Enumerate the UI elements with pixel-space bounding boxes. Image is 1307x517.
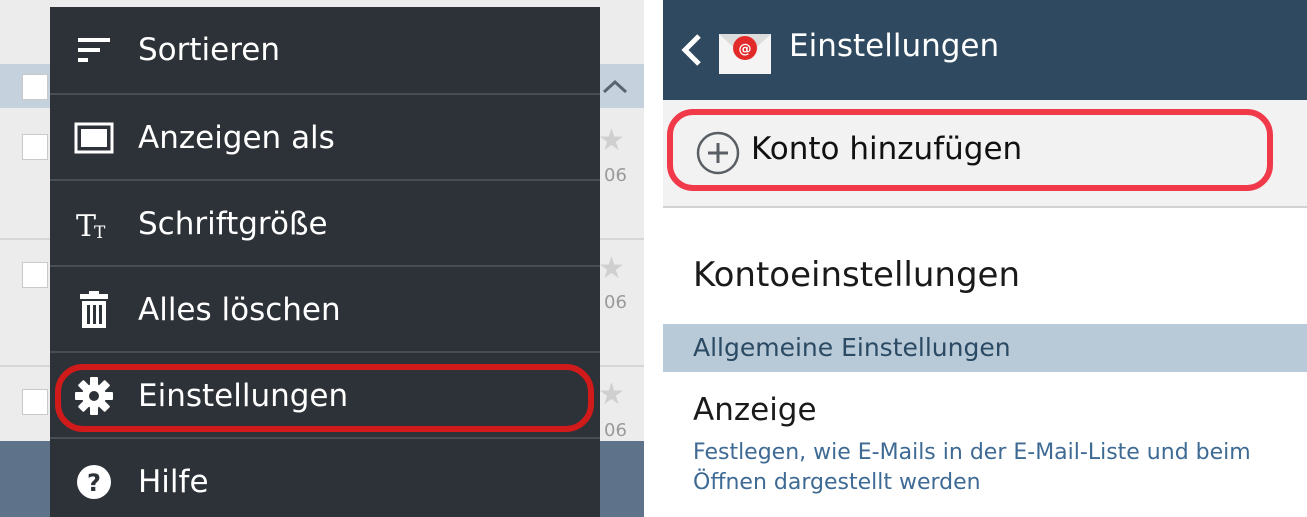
menu-item-help[interactable]: ? Hilfe [50,439,600,517]
menu-item-label: Hilfe [138,464,209,500]
menu-item-delete-all[interactable]: Alles löschen [50,267,600,353]
menu-item-label: Alles löschen [138,292,341,328]
sort-icon [78,38,110,62]
row-checkbox[interactable] [22,262,48,288]
section-header-label: Allgemeine Einstellungen [693,333,1011,362]
highlight-ring-add-account [667,109,1273,191]
svg-text:T: T [94,223,106,243]
overflow-menu: Sortieren Anzeigen als T T Schriftgröße [50,7,600,517]
chevron-up-icon[interactable] [600,74,630,98]
page-title: Einstellungen [789,28,1000,64]
list-divider [663,206,1307,208]
menu-item-sort[interactable]: Sortieren [50,7,600,93]
menu-item-label: Sortieren [138,32,281,68]
display-settings-description: Festlegen, wie E-Mails in der E-Mail-Lis… [693,440,1251,495]
row-date: 06 [604,165,627,186]
menu-item-label: Anzeigen als [138,120,335,156]
email-app-icon: @ [719,34,771,74]
menu-item-label: Schriftgröße [138,206,328,242]
row-checkbox[interactable] [22,134,48,160]
display-settings-item[interactable]: Anzeige [693,392,817,428]
menu-item-font-size[interactable]: T T Schriftgröße [50,181,600,267]
star-icon[interactable]: ★ [598,126,625,156]
highlight-ring-settings [55,364,594,432]
font-size-icon: T T [76,209,106,244]
chevron-left-icon[interactable] [679,30,705,70]
row-checkbox[interactable] [22,389,48,415]
trash-icon [80,291,108,328]
svg-text:@: @ [739,42,752,57]
select-all-checkbox[interactable] [22,74,48,100]
menu-item-view-as[interactable]: Anzeigen als [50,95,600,181]
svg-text:T: T [76,209,96,244]
view-as-icon [74,122,114,154]
row-date: 06 [604,420,627,441]
star-icon[interactable]: ★ [598,380,625,410]
email-list-screen: ★ 06 ★ 06 ★ 06 Sortieren Anzeigen als T … [0,0,644,517]
star-icon[interactable]: ★ [598,254,625,284]
svg-text:?: ? [87,469,101,497]
help-icon: ? [77,465,111,499]
settings-screen: @ Einstellungen Konto hinzufügen Kontoei… [663,0,1307,517]
account-settings-item[interactable]: Kontoeinstellungen [693,255,1020,295]
row-date: 06 [604,292,627,313]
